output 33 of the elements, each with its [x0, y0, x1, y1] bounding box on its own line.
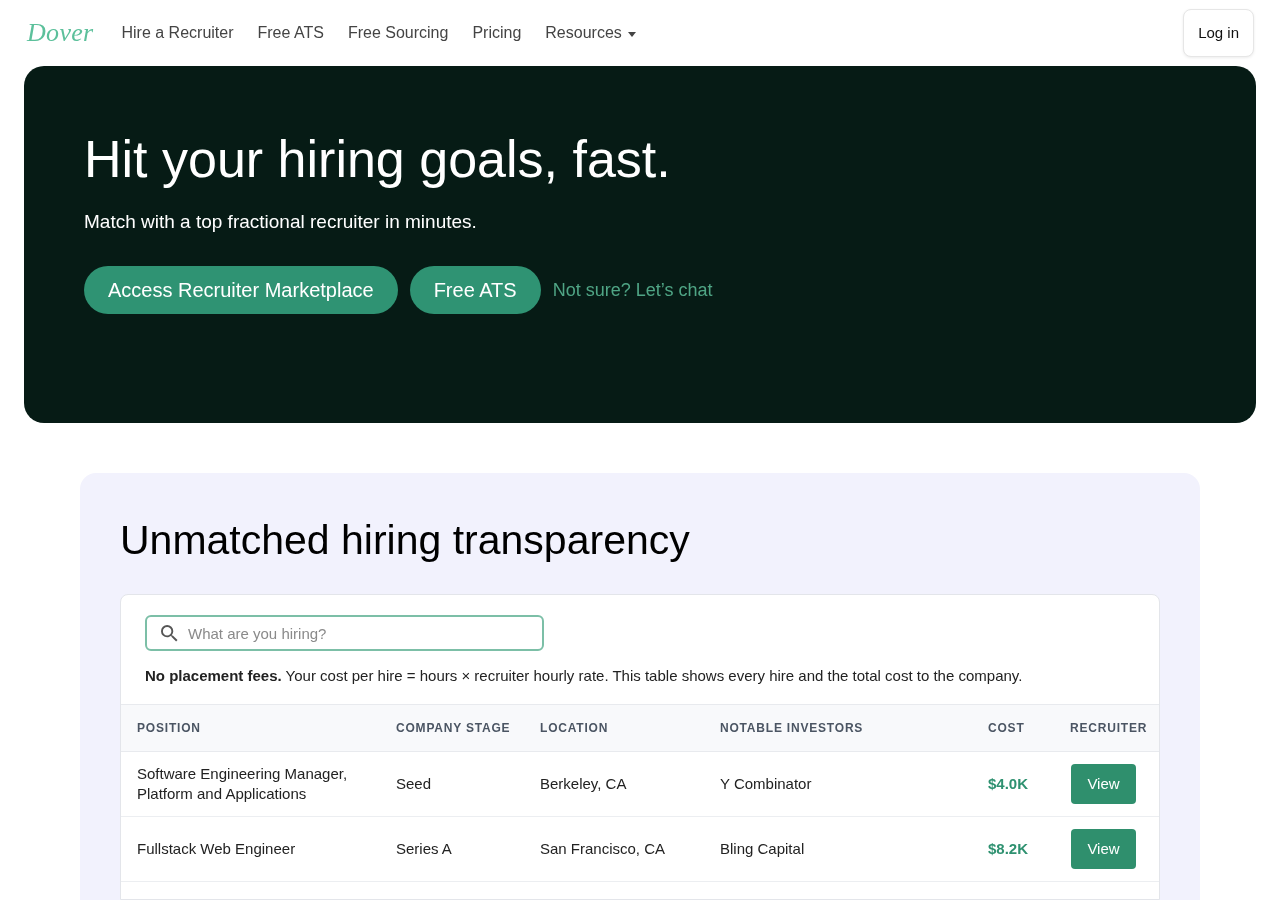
nav-link[interactable]: Free Sourcing	[347, 21, 449, 45]
table-cell: Berkeley, CA	[540, 774, 627, 794]
nav-link[interactable]: Resources	[545, 21, 636, 45]
nav-link[interactable]: Hire a Recruiter	[121, 21, 234, 45]
column-header: COST	[988, 720, 1025, 737]
hero-title: Hit your hiring goals, fast.	[84, 129, 671, 190]
login-button[interactable]: Log in	[1183, 9, 1254, 57]
column-header: LOCATION	[540, 720, 609, 737]
nav-link[interactable]: Pricing	[472, 21, 522, 45]
hero-subtitle: Match with a top fractional recruiter in minutes.	[84, 210, 477, 234]
table-cell-text: Software Engineering Manager, Platform and Applications	[137, 764, 349, 804]
cta-button[interactable]: Free ATS	[409, 266, 541, 314]
column-header: POSITION	[137, 720, 201, 737]
view-button[interactable]: View	[1071, 829, 1136, 869]
cost-cell-text: $8.2K	[988, 838, 1029, 859]
table-cell-text: Fullstack Web Engineer	[137, 839, 297, 859]
column-header: COMPANY STAGE	[396, 720, 511, 737]
chat-link[interactable]: Not sure? Let’s chat	[552, 276, 713, 304]
nav-link[interactable]: Free ATS	[257, 21, 324, 45]
table-cell: Y Combinator	[720, 774, 812, 794]
column-header: NOTABLE INVESTORS	[720, 720, 864, 737]
search-field[interactable]: What are you hiring?	[145, 615, 544, 651]
view-button[interactable]: View	[1071, 764, 1136, 804]
column-header: RECRUITER	[1070, 720, 1148, 737]
cta-button[interactable]: Access Recruiter Marketplace	[84, 266, 398, 314]
table-cell: Bling Capital	[720, 839, 805, 859]
section-title: Unmatched hiring transparency	[120, 516, 690, 564]
search-icon	[161, 625, 178, 642]
cost-cell-text: $4.0K	[988, 773, 1029, 794]
table-cell: Seed	[396, 774, 432, 794]
table-cell: San Francisco, CA	[540, 839, 666, 859]
note-text: No placement fees. Your cost per hire = hours × recruiter hourly rate. This table shows every hire and the total cost to the company.	[145, 666, 1023, 686]
table-cell: Series A	[396, 839, 452, 859]
